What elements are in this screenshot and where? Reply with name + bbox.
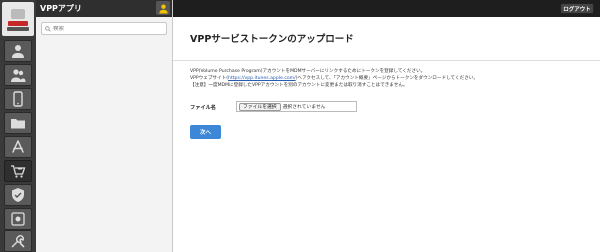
main-content: VPPサービストークンのアップロード VPP(Volume Purchase P…	[173, 17, 600, 252]
search-input[interactable]	[53, 25, 163, 32]
vpp-website-link[interactable]: https://vpp.itunes.apple.com/	[228, 76, 296, 81]
account-icon[interactable]	[156, 1, 170, 15]
instruction-note: 【注意】一度MDMに登録したVPPアカウントを別のアカウントに変更または取り消す…	[190, 83, 408, 88]
instruction-line-2-suffix: )へアクセスして、「アカウント概要」ページからトークンをダウンロードしてください…	[295, 76, 478, 81]
file-name-label: ファイル名	[190, 105, 216, 111]
search-icon	[45, 25, 51, 32]
instruction-line-1: VPP(Volume Purchase Program)アカウントをMDMサーバ…	[190, 69, 426, 74]
file-input[interactable]: ファイルを選択 選択されていません	[236, 101, 357, 112]
vpp-cart-icon[interactable]	[4, 160, 32, 182]
app-list-panel: VPPアプリ	[36, 0, 173, 252]
panel-title: VPPアプリ	[40, 4, 82, 13]
page-title: VPPサービストークンのアップロード	[190, 34, 354, 45]
instruction-line-2: VPPウェブサイト(https://vpp.itunes.apple.com/)…	[190, 76, 478, 82]
logout-button[interactable]: ログアウト	[560, 3, 594, 14]
tools-icon[interactable]	[4, 230, 32, 252]
shield-icon[interactable]	[4, 184, 32, 206]
top-bar: ログアウト	[173, 0, 600, 17]
choose-file-button[interactable]: ファイルを選択	[239, 102, 281, 111]
search-field[interactable]	[41, 22, 167, 35]
user-icon[interactable]	[4, 40, 32, 62]
panel-header: VPPアプリ	[36, 0, 172, 17]
users-icon[interactable]	[4, 64, 32, 86]
scan-icon[interactable]	[4, 208, 32, 230]
app-icon-rail	[0, 0, 36, 252]
app-logo	[2, 2, 34, 36]
instruction-line-2-prefix: VPPウェブサイト(	[190, 76, 229, 81]
mobile-device-icon[interactable]	[4, 88, 32, 110]
app-store-icon[interactable]	[4, 136, 32, 158]
file-status: 選択されていません	[282, 105, 326, 110]
folder-icon[interactable]	[4, 112, 32, 134]
next-button[interactable]: 次へ	[190, 125, 221, 139]
divider	[173, 60, 600, 61]
